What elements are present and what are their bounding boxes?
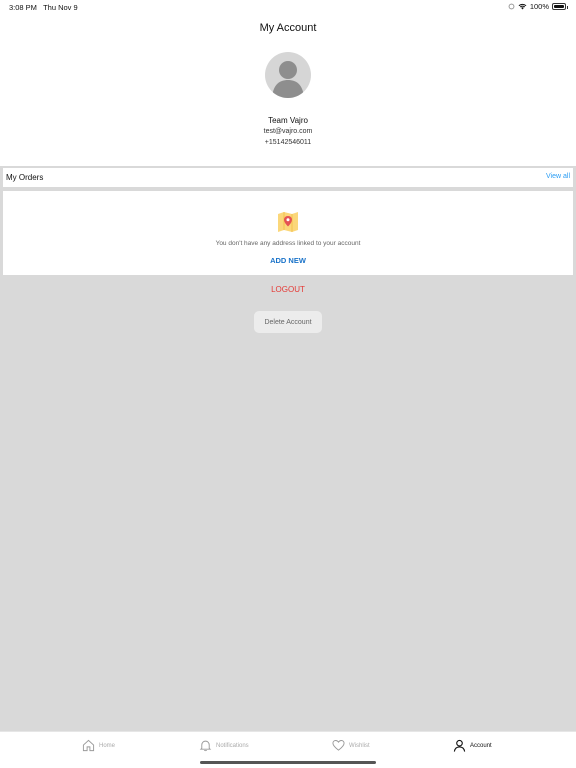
profile-section: My Account Team Vajro test@vajro.com +15… (0, 14, 576, 166)
delete-account-button[interactable]: Delete Account (254, 311, 322, 333)
address-card: You don't have any address linked to you… (3, 191, 573, 275)
battery-percent: 100% (529, 2, 549, 11)
status-date: Thu Nov 9 (43, 3, 78, 12)
view-all-link[interactable]: View all (546, 173, 570, 180)
tab-bar: Home Notifications Wishlist Account (0, 731, 576, 768)
logout-button[interactable]: LOGOUT (0, 285, 576, 294)
user-name: Team Vajro (268, 116, 308, 125)
map-pin-icon (278, 212, 298, 232)
status-bar: 3:08 PM Thu Nov 9 100% (0, 0, 576, 14)
tab-wishlist[interactable]: Wishlist (332, 739, 370, 752)
orders-header: My Orders View all (3, 168, 573, 187)
wifi-icon (518, 3, 527, 10)
tab-account[interactable]: Account (453, 739, 492, 752)
tab-account-label: Account (470, 742, 492, 749)
status-indicators: 100% (508, 2, 568, 11)
status-time: 3:08 PM Thu Nov 9 (9, 3, 78, 12)
home-indicator[interactable] (200, 761, 376, 764)
orders-title: My Orders (6, 173, 44, 182)
avatar[interactable] (265, 52, 311, 98)
page-title: My Account (259, 22, 317, 34)
avatar-placeholder-icon (272, 61, 304, 98)
user-email: test@vajro.com (263, 128, 313, 135)
home-icon (82, 739, 95, 752)
orientation-lock-icon (508, 3, 515, 10)
battery-icon (552, 3, 568, 10)
bell-icon (199, 740, 212, 752)
tab-wishlist-label: Wishlist (349, 742, 370, 749)
tab-home-label: Home (99, 742, 116, 749)
heart-icon (332, 740, 345, 751)
add-new-button[interactable]: ADD NEW (3, 256, 573, 265)
status-clock: 3:08 PM (9, 3, 37, 12)
empty-address-message: You don't have any address linked to you… (215, 240, 361, 247)
tab-home[interactable]: Home (82, 739, 115, 752)
person-icon (453, 739, 466, 752)
tab-notifications[interactable]: Notifications (199, 739, 249, 752)
user-phone: +15142546011 (264, 139, 312, 146)
battery-fill (554, 5, 564, 8)
tab-notifications-label: Notifications (216, 742, 249, 749)
